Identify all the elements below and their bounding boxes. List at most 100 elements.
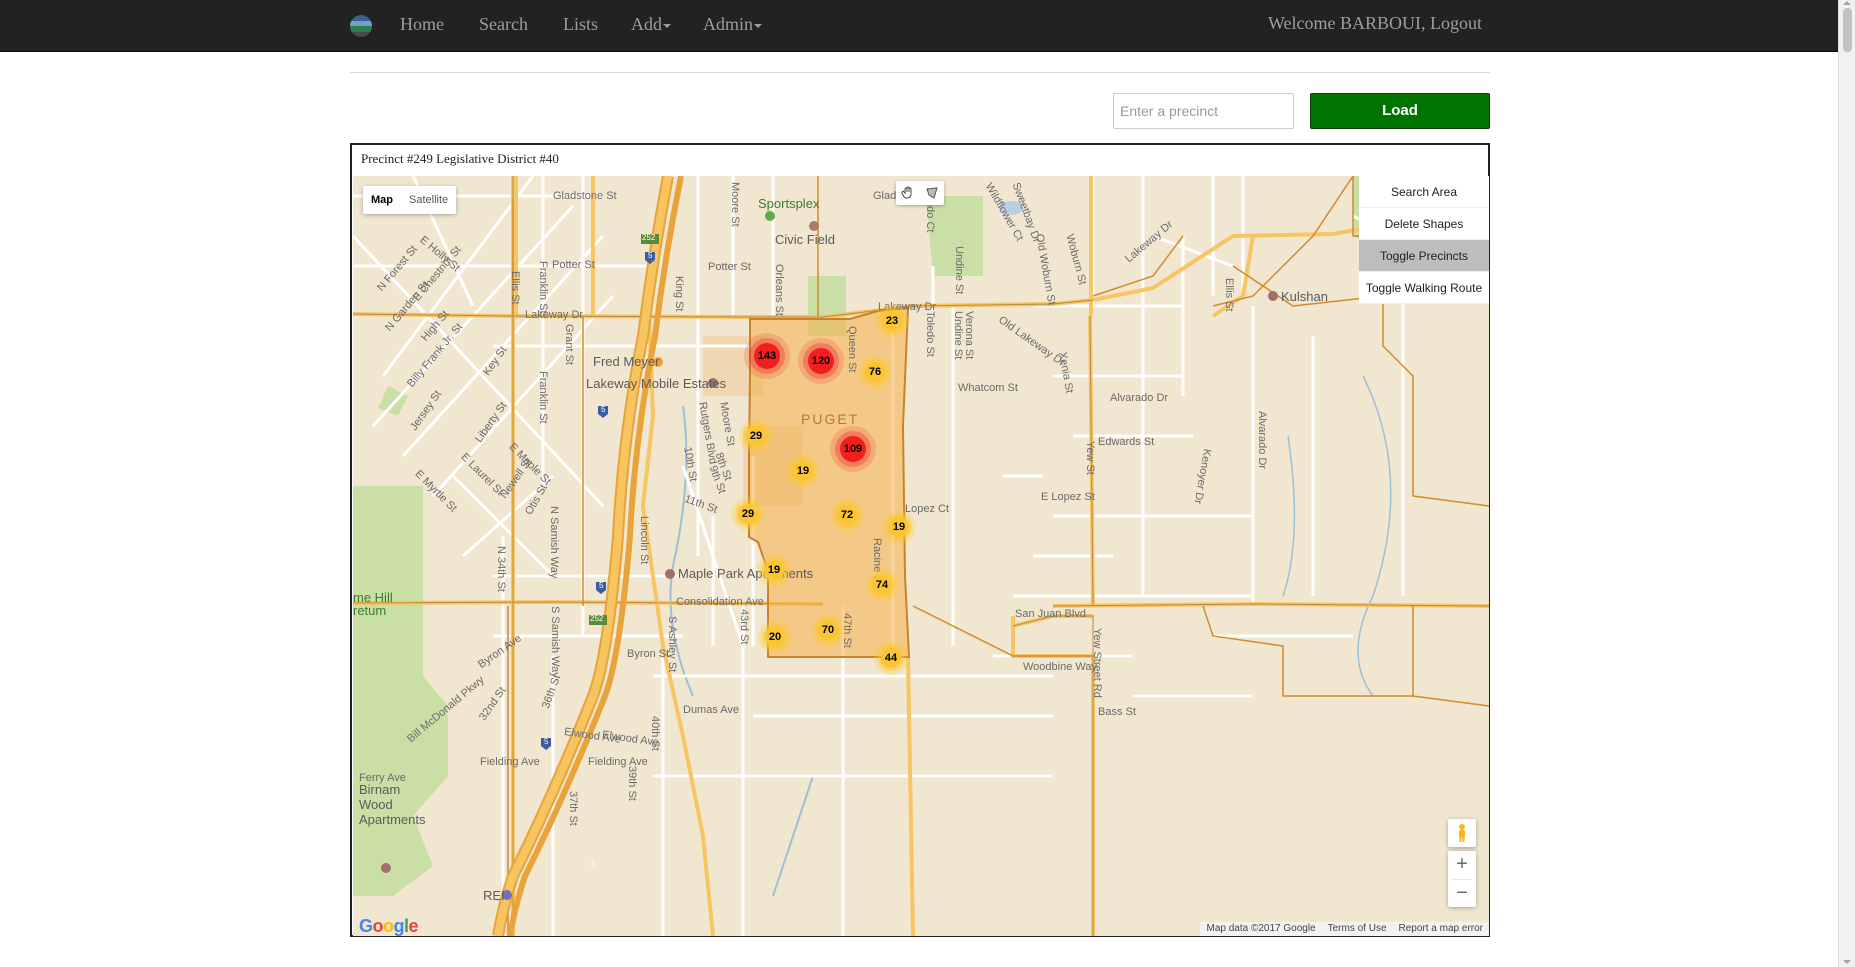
cluster-count: 70 [821, 624, 835, 636]
logo-icon[interactable] [350, 15, 372, 37]
cluster-count: 74 [875, 579, 889, 591]
street-label: Queen St [846, 326, 858, 373]
street-label: Ellis St [1223, 278, 1235, 312]
cluster-count: 29 [741, 508, 755, 520]
street-label: King St [673, 276, 685, 312]
zoom-out-button[interactable]: − [1448, 880, 1476, 908]
street-label: 37th St [567, 791, 579, 826]
terms-of-use-link[interactable]: Terms of Use [1322, 922, 1393, 936]
zoom-in-button[interactable]: + [1448, 851, 1476, 879]
load-button[interactable]: Load [1310, 93, 1490, 129]
street-label: Verona St [963, 311, 975, 360]
hand-icon[interactable] [896, 181, 920, 205]
street-label: Moore St [729, 182, 741, 227]
highway-label: 5 [648, 251, 653, 260]
scroll-up-arrow-icon[interactable] [1843, 1, 1851, 5]
highway-shield: 252 [590, 614, 604, 623]
pegman-icon[interactable] [1448, 819, 1476, 847]
precinct-input[interactable] [1113, 93, 1294, 129]
map-type-satellite[interactable]: Satellite [401, 186, 456, 214]
street-label: Grant St [563, 324, 575, 365]
street-label: 39th St [626, 766, 638, 801]
cluster-count: 23 [885, 315, 899, 327]
cluster-count: 29 [749, 430, 763, 442]
nav-lists[interactable]: Lists [563, 14, 598, 35]
cluster-count: 76 [868, 366, 882, 378]
caret-down-icon [754, 23, 763, 28]
poi-label: Birnam Wood Apartments [359, 782, 426, 827]
highway-label: 5 [544, 737, 549, 746]
nav-admin-dropdown[interactable]: Admin [703, 14, 763, 35]
cluster-count: 20 [768, 631, 782, 643]
street-label: Gladstone St [553, 190, 617, 202]
map-data-credit: Map data ©2017 Google [1206, 923, 1316, 934]
street-label: Potter St [708, 261, 751, 273]
cluster-count: 120 [811, 355, 831, 367]
street-label: S Samish Way [549, 606, 561, 678]
welcome-text: Welcome BARBOUI, [1268, 13, 1426, 33]
street-label: E Lopez St [1041, 491, 1095, 503]
precinct-area-label: PUGET [801, 411, 860, 427]
zoom-control: + − [1448, 851, 1476, 907]
toggle-walking-route-button[interactable]: Toggle Walking Route [1359, 272, 1489, 304]
scroll-down-arrow-icon[interactable] [1843, 960, 1851, 964]
drawing-toolbar [896, 181, 944, 205]
street-label: Whatcom St [958, 382, 1018, 394]
poi-label: REI [483, 888, 505, 903]
highway-label: 5 [601, 405, 606, 414]
poi-label: Civic Field [775, 232, 835, 247]
nav-home[interactable]: Home [400, 14, 444, 35]
logout-link[interactable]: Logout [1430, 13, 1482, 33]
map-type-control: Map Satellite [363, 186, 457, 214]
street-label: Byron St [627, 648, 670, 660]
street-label: Fielding Ave [588, 756, 648, 768]
scrollbar-thumb[interactable] [1843, 8, 1852, 52]
street-label: Toledo St [924, 311, 936, 357]
delete-shapes-button[interactable]: Delete Shapes [1359, 208, 1489, 240]
highway-label: 5 [591, 860, 596, 869]
report-map-error-link[interactable]: Report a map error [1393, 922, 1489, 936]
cluster-count: 109 [843, 443, 863, 455]
park-label: retum [353, 603, 387, 618]
street-label: 40th St [649, 716, 661, 751]
street-label: Lopez Ct [905, 503, 950, 515]
page-scrollbar[interactable] [1838, 0, 1855, 967]
nav-add-dropdown[interactable]: Add [631, 14, 671, 35]
cluster-count: 44 [884, 652, 898, 664]
street-label: Orleans St [773, 264, 785, 316]
street-label: Yew Street Rd [1091, 628, 1103, 698]
top-navbar: Home Search Lists Add Admin Welcome BARB… [0, 0, 1838, 52]
highway-label: 5 [599, 581, 604, 590]
nav-add-label: Add [631, 14, 662, 34]
street-label: Alvarado Dr [1256, 411, 1268, 470]
street-label: Consolidation Ave [676, 596, 764, 608]
street-label: Potter St [552, 259, 595, 271]
map-panel: Precinct #249 Legislative District #40 2… [350, 143, 1490, 937]
street-label: N Samish Way [548, 506, 560, 579]
search-area-button[interactable]: Search Area [1359, 176, 1489, 208]
highway-shield: 252 [642, 233, 656, 242]
street-label: Edwards St [1098, 436, 1155, 448]
street-label: Lincoln St [638, 516, 650, 565]
street-label: San Juan Blvd [1015, 608, 1086, 620]
polygon-icon[interactable] [920, 181, 944, 205]
google-logo: Google [359, 916, 419, 936]
toggle-precincts-button[interactable]: Toggle Precincts [1359, 240, 1489, 272]
cluster-count: 143 [757, 350, 777, 362]
street-label: Fielding Ave [480, 756, 540, 768]
map-type-map[interactable]: Map [363, 186, 401, 214]
street-label: Lakeway Dr [525, 309, 584, 321]
street-label: Undine St [953, 246, 965, 295]
nav-search[interactable]: Search [479, 14, 528, 35]
poi-label: Kulshan [1281, 289, 1328, 304]
poi-label: Sportsplex [758, 196, 820, 211]
street-label: Franklin St [537, 261, 549, 314]
user-greeting: Welcome BARBOUI, Logout [1268, 13, 1482, 34]
street-label: S Ashley St [666, 616, 678, 673]
map-canvas[interactable]: 252 252 5 5 5 5 5 Gladstone St Gladstone… [353, 176, 1489, 936]
street-label: Franklin St [537, 371, 549, 424]
poi-label: Fred Meyer [593, 354, 660, 369]
street-label: N 34th St [495, 546, 507, 592]
street-label: Undine St [952, 311, 964, 360]
nav-admin-label: Admin [703, 14, 754, 34]
